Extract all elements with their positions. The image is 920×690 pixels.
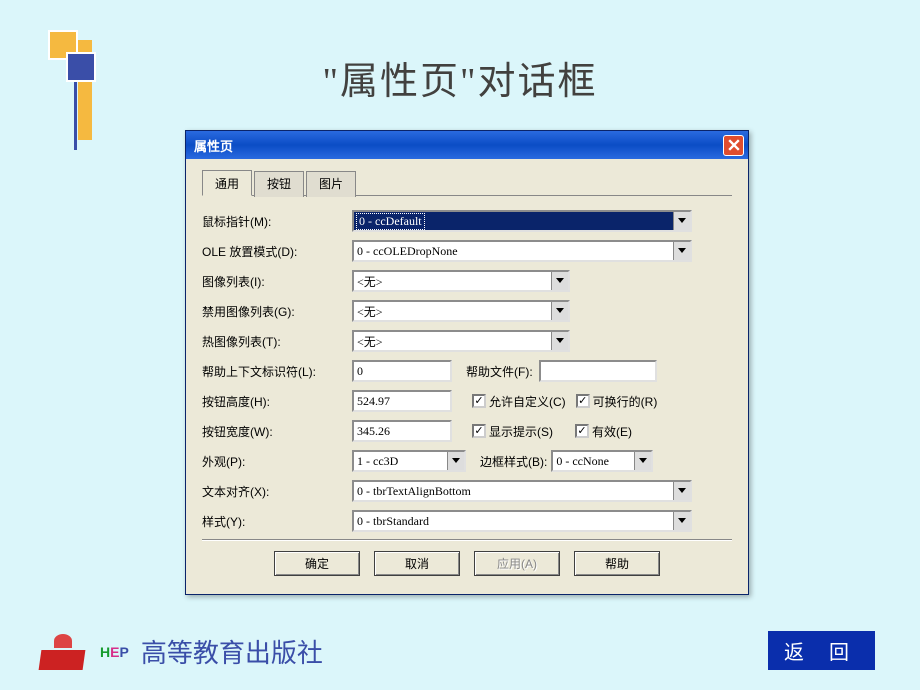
combo-text-align[interactable]: 0 - tbrTextAlignBottom	[352, 480, 692, 502]
input-button-width[interactable]: 345.26	[352, 420, 452, 442]
tab-general[interactable]: 通用	[202, 170, 252, 196]
label-ole-drop-mode: OLE 放置模式(D):	[202, 243, 352, 260]
checkbox-icon	[576, 394, 590, 408]
tab-bar: 通用 按钮 图片	[202, 169, 732, 196]
label-mouse-pointer: 鼠标指针(M):	[202, 213, 352, 230]
label-button-width: 按钮宽度(W):	[202, 423, 352, 440]
dialog-body: 通用 按钮 图片 鼠标指针(M): 0 - ccDefault OLE 放置模式…	[186, 159, 748, 594]
combo-image-list[interactable]: <无>	[352, 270, 570, 292]
slide-footer: HEP 高等教育出版社	[40, 633, 323, 670]
label-help-file: 帮助文件(F):	[466, 363, 533, 380]
property-page-dialog: 属性页 通用 按钮 图片 鼠标指针(M): 0 - ccDefault OLE …	[185, 130, 749, 595]
combo-style[interactable]: 0 - tbrStandard	[352, 510, 692, 532]
label-button-height: 按钮高度(H):	[202, 393, 352, 410]
checkbox-icon	[575, 424, 589, 438]
chevron-down-icon[interactable]	[551, 302, 568, 320]
checkbox-show-tips[interactable]: 显示提示(S)	[472, 423, 553, 440]
checkbox-icon	[472, 394, 486, 408]
label-help-context-id: 帮助上下文标识符(L):	[202, 363, 352, 380]
dialog-button-bar: 确定 取消 应用(A) 帮助	[202, 540, 732, 580]
label-border-style: 边框样式(B):	[480, 453, 547, 470]
chevron-down-icon[interactable]	[673, 212, 690, 230]
dialog-title: 属性页	[194, 136, 233, 155]
close-button[interactable]	[723, 135, 744, 156]
input-help-context-id[interactable]: 0	[352, 360, 452, 382]
combo-disabled-image-list[interactable]: <无>	[352, 300, 570, 322]
checkbox-enabled[interactable]: 有效(E)	[575, 423, 632, 440]
publisher-name: 高等教育出版社	[141, 633, 323, 670]
checkbox-allow-customize[interactable]: 允许自定义(C)	[472, 393, 566, 410]
combo-mouse-pointer[interactable]: 0 - ccDefault	[352, 210, 692, 232]
ok-button[interactable]: 确定	[274, 551, 360, 576]
close-icon	[728, 139, 740, 151]
label-text-align: 文本对齐(X):	[202, 483, 352, 500]
hep-logo-text: HEP	[100, 644, 129, 660]
chevron-down-icon[interactable]	[634, 452, 651, 470]
tab-picture[interactable]: 图片	[306, 171, 356, 197]
checkbox-icon	[472, 424, 486, 438]
label-style: 样式(Y):	[202, 513, 352, 530]
chevron-down-icon[interactable]	[673, 482, 690, 500]
slide-title: "属性页"对话框	[0, 50, 920, 105]
tab-button[interactable]: 按钮	[254, 171, 304, 197]
input-help-file[interactable]	[539, 360, 657, 382]
combo-ole-drop-mode[interactable]: 0 - ccOLEDropNone	[352, 240, 692, 262]
checkbox-wrappable[interactable]: 可换行的(R)	[576, 393, 658, 410]
label-hot-image-list: 热图像列表(T):	[202, 333, 352, 350]
chevron-down-icon[interactable]	[551, 272, 568, 290]
label-appearance: 外观(P):	[202, 453, 352, 470]
dialog-titlebar[interactable]: 属性页	[186, 131, 748, 159]
input-button-height[interactable]: 524.97	[352, 390, 452, 412]
cancel-button[interactable]: 取消	[374, 551, 460, 576]
combo-appearance[interactable]: 1 - cc3D	[352, 450, 466, 472]
chevron-down-icon[interactable]	[673, 242, 690, 260]
combo-hot-image-list[interactable]: <无>	[352, 330, 570, 352]
apply-button[interactable]: 应用(A)	[474, 551, 560, 576]
chevron-down-icon[interactable]	[447, 452, 464, 470]
general-form: 鼠标指针(M): 0 - ccDefault OLE 放置模式(D): 0 - …	[202, 206, 732, 540]
label-disabled-image-list: 禁用图像列表(G):	[202, 303, 352, 320]
return-button[interactable]: 返 回	[768, 631, 875, 670]
combo-border-style[interactable]: 0 - ccNone	[551, 450, 653, 472]
label-image-list: 图像列表(I):	[202, 273, 352, 290]
chevron-down-icon[interactable]	[673, 512, 690, 530]
hep-logo-icon	[40, 634, 88, 670]
help-button[interactable]: 帮助	[574, 551, 660, 576]
chevron-down-icon[interactable]	[551, 332, 568, 350]
